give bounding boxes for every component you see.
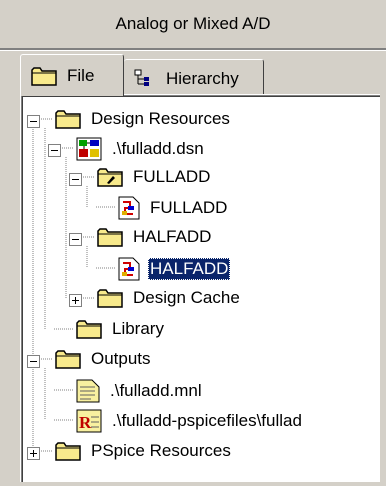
tree-item-label: Outputs (91, 349, 151, 368)
tree-item[interactable]: PSpice Resources (55, 440, 233, 462)
tree-item[interactable]: Library (76, 318, 166, 340)
collapse-button[interactable] (69, 171, 82, 191)
folder-icon (55, 349, 81, 369)
tree-item[interactable]: Design Cache (97, 287, 242, 309)
tree-item-label: .\fulladd-pspicefiles\fullad (112, 411, 302, 430)
folder-icon (97, 227, 123, 247)
tree-item[interactable]: R .\fulladd-pspicefiles\fullad (76, 409, 304, 433)
plus-icon (69, 294, 82, 307)
collapse-button[interactable] (27, 353, 40, 373)
tab-hierarchy-label: Hierarchy (166, 68, 239, 88)
tab-file-label: File (67, 65, 95, 85)
tree-item-label: HALFADD (148, 258, 231, 280)
tree-item[interactable]: .\fulladd.mnl (76, 379, 204, 403)
minus-icon (27, 355, 40, 368)
tree-item-label: Library (112, 319, 164, 338)
tree-item-label: .\fulladd.dsn (112, 139, 204, 158)
tree-item-label: FULLADD (133, 167, 211, 186)
collapse-button[interactable] (69, 231, 82, 251)
netlist-file-icon (76, 379, 100, 403)
minus-icon (69, 233, 82, 246)
panel-title-bar: Analog or Mixed A/D (0, 0, 386, 48)
header-divider (0, 48, 386, 51)
tree-item-label: .\fulladd.mnl (110, 381, 202, 400)
tree-item[interactable]: HALFADD (97, 226, 213, 248)
svg-text:R: R (79, 413, 92, 432)
tree-item[interactable]: .\fulladd.dsn (76, 137, 206, 161)
design-file-icon (76, 137, 102, 161)
expand-button[interactable] (69, 292, 82, 312)
expand-button[interactable] (27, 445, 40, 465)
file-tree-view[interactable]: Design Resources .\fulladd.dsn FULLADD FULL… (20, 94, 380, 482)
tab-file[interactable]: File (20, 54, 124, 96)
hierarchy-icon (134, 69, 156, 89)
tree-item[interactable]: HALFADD (118, 257, 231, 281)
minus-icon (48, 144, 61, 157)
collapse-button[interactable] (27, 113, 40, 133)
tree-item-label: HALFADD (133, 227, 212, 246)
tree-item[interactable]: Design Resources (55, 108, 232, 130)
folder-icon (55, 441, 81, 461)
collapse-button[interactable] (48, 142, 61, 162)
folder-icon (31, 66, 57, 86)
tree-item[interactable]: FULLADD (118, 196, 229, 220)
folder-icon (76, 319, 102, 339)
minus-icon (27, 115, 40, 128)
panel-title: Analog or Mixed A/D (115, 14, 271, 33)
tree-item-label: Design Cache (133, 288, 240, 307)
tree-item-label: FULLADD (150, 198, 228, 217)
report-file-icon: R (76, 409, 102, 433)
folder-open-icon (97, 167, 123, 187)
tree-item[interactable]: Outputs (55, 348, 153, 370)
minus-icon (69, 173, 82, 186)
folder-icon (55, 109, 81, 129)
tab-hierarchy[interactable]: Hierarchy (124, 59, 264, 97)
schematic-page-icon (118, 196, 140, 220)
tree-item[interactable]: FULLADD (97, 166, 212, 188)
folder-icon (97, 288, 123, 308)
plus-icon (27, 447, 40, 460)
tree-item-label: Design Resources (91, 109, 230, 128)
schematic-page-icon (118, 257, 140, 281)
tree-item-label: PSpice Resources (91, 441, 231, 460)
